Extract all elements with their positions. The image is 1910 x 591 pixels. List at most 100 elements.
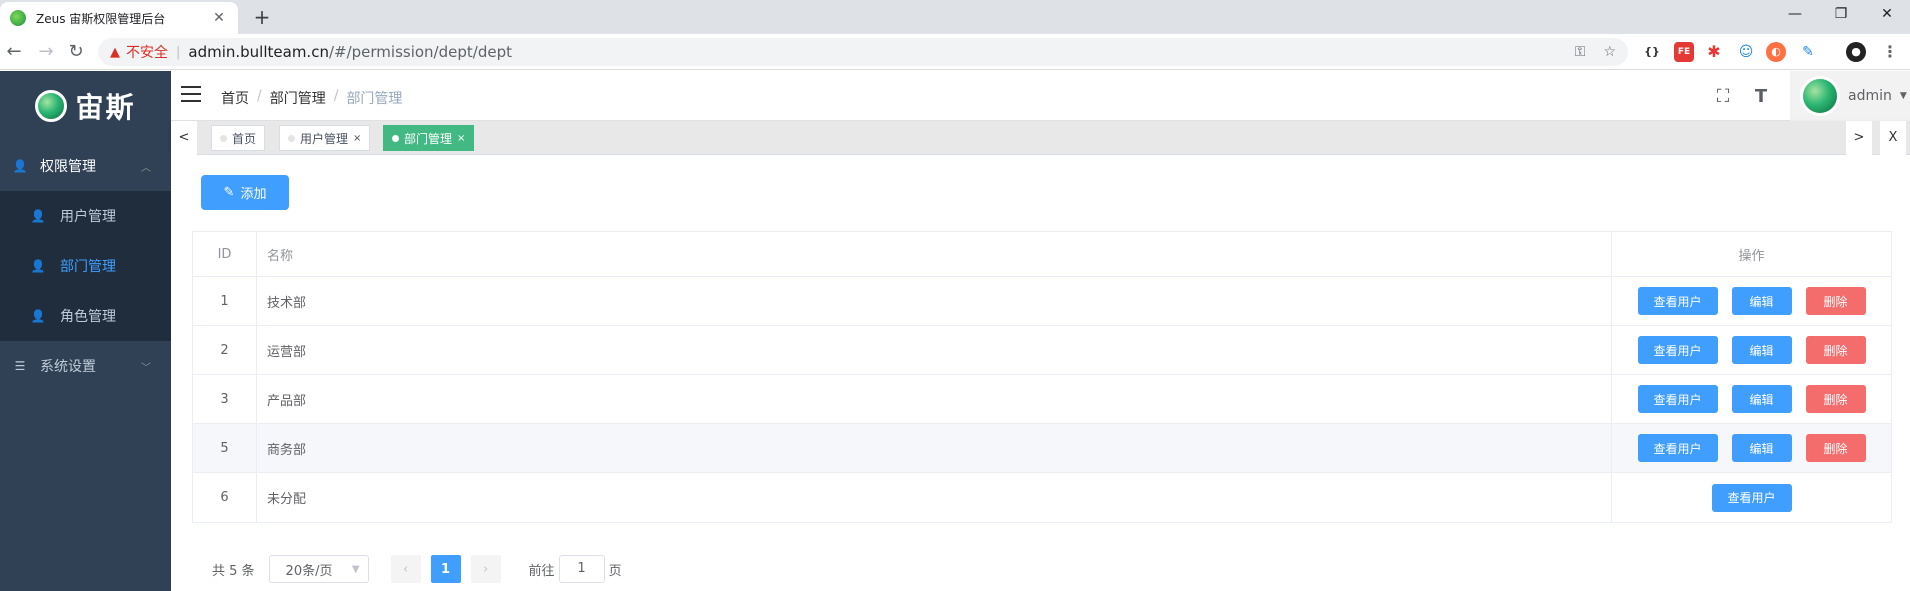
page-number-current[interactable]: 1 (430, 555, 461, 583)
tags-close-all-button[interactable]: X (1880, 121, 1906, 155)
breadcrumb-dept-parent[interactable]: 部门管理 (270, 88, 326, 108)
chevron-up-icon: ︿ (141, 162, 151, 174)
key-icon[interactable]: ⚿ (1575, 44, 1586, 60)
page-jumper: 前往 1 页 (529, 555, 622, 583)
goto-page-input[interactable]: 1 (558, 555, 605, 583)
table-row: 2 运营部 查看用户 编辑 删除 (193, 326, 1891, 375)
new-tab-button[interactable]: + (250, 5, 274, 29)
breadcrumb-separator: / (257, 88, 262, 104)
dept-table: ID 名称 操作 1 技术部 查看用户 编辑 删除 2 运营部 查看用户 编辑 … (192, 231, 1892, 523)
chevron-down-icon: ﹀ (141, 362, 151, 374)
robot-extension-icon[interactable]: ☺ (1736, 42, 1756, 62)
view-users-button[interactable]: 查看用户 (1637, 287, 1718, 315)
browser-tabbar: Zeus 宙斯权限管理后台 ✕ + — ❐ ✕ (0, 0, 1910, 34)
tag-dot-icon (220, 134, 227, 142)
cell-actions: 查看用户 编辑 删除 (1612, 277, 1891, 325)
sidebar-item-label: 用户管理 (60, 209, 116, 225)
edit-button[interactable]: 编辑 (1731, 336, 1792, 364)
delete-button[interactable]: 删除 (1805, 385, 1866, 413)
tag-dot-icon (288, 134, 295, 142)
reload-icon[interactable]: ↻ (64, 40, 88, 64)
delete-button[interactable]: 删除 (1805, 434, 1866, 462)
cell-actions: 查看用户 编辑 删除 (1612, 326, 1891, 374)
sidebar-item-departments[interactable]: 👤 部门管理 (0, 241, 171, 291)
cell-id: 1 (193, 277, 257, 325)
view-users-button[interactable]: 查看用户 (1711, 483, 1792, 512)
page-size-select[interactable]: 20条/页 ▼ (268, 555, 369, 583)
caret-down-icon: ▼ (1899, 91, 1907, 101)
user-icon: 👤 (30, 209, 46, 223)
edit-pen-icon: ✎ (223, 185, 235, 200)
fullscreen-icon[interactable]: ⛶ (1704, 86, 1742, 107)
profile-avatar-icon[interactable]: ● (1846, 42, 1866, 62)
sidebar-item-label: 角色管理 (60, 309, 116, 325)
cell-id: 2 (193, 326, 257, 374)
logo-text: 宙斯 (75, 91, 136, 124)
sidebar: 宙斯 👤 权限管理 ︿ 👤 用户管理 👤 部门管理 👤 角色管理 ☰ 系统设置 … (0, 71, 171, 591)
site-favicon-icon (10, 10, 26, 26)
orange-extension-icon[interactable]: ◐ (1766, 42, 1786, 62)
tag-close-icon[interactable]: × (353, 133, 361, 144)
font-size-icon[interactable]: T (1742, 86, 1780, 107)
tag-close-icon[interactable]: × (457, 133, 465, 144)
asterisk-extension-icon[interactable]: ✱ (1704, 42, 1724, 62)
address-bar: ← → ↻ ▲ 不安全 | admin.bullteam.cn /#/permi… (0, 34, 1910, 70)
table-row: 6 未分配 查看用户 (193, 473, 1891, 522)
security-status[interactable]: 不安全 (126, 42, 168, 62)
minimize-button[interactable]: — (1772, 0, 1818, 28)
tags-next-button[interactable]: > (1846, 121, 1872, 155)
next-page-button[interactable]: › (470, 555, 501, 583)
bookmark-star-icon[interactable]: ☆ (1603, 44, 1616, 60)
menu-permission-label: 权限管理 (40, 159, 96, 175)
cell-id: 5 (193, 424, 257, 472)
goto-suffix: 页 (608, 563, 622, 579)
tab-close-icon[interactable]: ✕ (210, 10, 228, 26)
sidebar-item-roles[interactable]: 👤 角色管理 (0, 291, 171, 341)
json-extension-icon[interactable]: {} (1642, 42, 1662, 62)
edit-button[interactable]: 编辑 (1731, 434, 1792, 462)
fe-extension-icon[interactable]: FE (1674, 42, 1694, 62)
browser-menu-icon[interactable]: ⋮ (1880, 42, 1900, 62)
add-button[interactable]: ✎ 添加 (201, 175, 289, 210)
table-row: 5 商务部 查看用户 编辑 删除 (193, 424, 1891, 473)
pagination: 共 5 条 20条/页 ▼ ‹ 1 › 前往 1 页 (212, 555, 622, 583)
prev-page-button[interactable]: ‹ (390, 555, 421, 583)
logo[interactable]: 宙斯 (0, 71, 171, 141)
tags-prev-button[interactable]: < (171, 121, 197, 155)
window-close-button[interactable]: ✕ (1864, 0, 1910, 28)
user-dropdown[interactable]: admin ▼ (1790, 71, 1910, 121)
edit-button[interactable]: 编辑 (1731, 385, 1792, 413)
add-button-label: 添加 (240, 187, 267, 202)
list-icon: ☰ (14, 359, 26, 373)
browser-tab[interactable]: Zeus 宙斯权限管理后台 ✕ (0, 2, 238, 34)
tag-users[interactable]: 用户管理 × (279, 125, 371, 151)
view-users-button[interactable]: 查看用户 (1637, 385, 1718, 413)
edit-button[interactable]: 编辑 (1731, 287, 1792, 315)
url-omnibox[interactable]: ▲ 不安全 | admin.bullteam.cn /#/permission/… (98, 38, 1628, 66)
menu-system-settings[interactable]: ☰ 系统设置 ﹀ (0, 341, 171, 391)
cell-name: 商务部 (257, 424, 1612, 472)
delete-button[interactable]: 删除 (1805, 336, 1866, 364)
forward-arrow-icon[interactable]: → (34, 40, 58, 64)
breadcrumb-home[interactable]: 首页 (221, 88, 249, 108)
back-arrow-icon[interactable]: ← (2, 40, 26, 64)
sidebar-item-users[interactable]: 👤 用户管理 (0, 191, 171, 241)
warning-icon: ▲ (110, 44, 120, 60)
cell-name: 未分配 (257, 473, 1612, 522)
tag-dot-icon (392, 134, 399, 142)
view-users-button[interactable]: 查看用户 (1637, 434, 1718, 462)
cell-actions: 查看用户 (1612, 473, 1891, 522)
maximize-button[interactable]: ❐ (1818, 0, 1864, 28)
url-host: admin.bullteam.cn (188, 43, 329, 61)
menu-permission[interactable]: 👤 权限管理 ︿ (0, 141, 171, 191)
tag-home[interactable]: 首页 (211, 125, 266, 151)
cell-name: 产品部 (257, 375, 1612, 423)
cell-actions: 查看用户 编辑 删除 (1612, 375, 1891, 423)
user-icon: 👤 (30, 259, 46, 273)
hamburger-menu-icon[interactable] (181, 86, 201, 102)
tag-departments[interactable]: 部门管理 × (383, 125, 475, 151)
delete-button[interactable]: 删除 (1805, 287, 1866, 315)
eyedropper-extension-icon[interactable]: ✎ (1798, 42, 1818, 62)
view-users-button[interactable]: 查看用户 (1637, 336, 1718, 364)
main-content: ✎ 添加 ID 名称 操作 1 技术部 查看用户 编辑 删除 2 运营部 查看用… (171, 155, 1910, 591)
